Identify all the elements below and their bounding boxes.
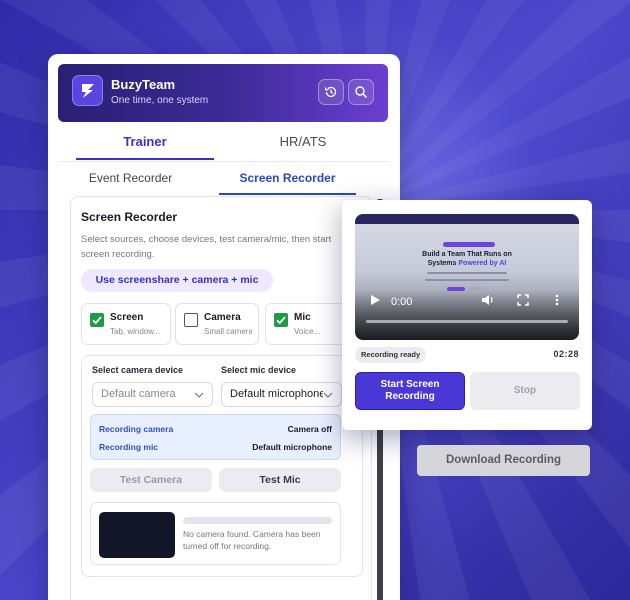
preview-message: No camera found. Camera has been turned …	[183, 529, 321, 551]
camera-preview: No camera found. Camera has been turned …	[90, 502, 341, 565]
more-options-icon[interactable]	[554, 294, 560, 306]
source-label: Mic	[294, 312, 311, 323]
source-camera[interactable]: Camera Small camera	[175, 303, 259, 345]
tab-event-recorder[interactable]: Event Recorder	[62, 167, 199, 195]
preset-button[interactable]: Use screenshare + camera + mic	[81, 269, 273, 292]
source-screen[interactable]: Screen Tab, window...	[81, 303, 171, 345]
tab-hr-ats[interactable]: HR/ATS	[234, 130, 372, 160]
video-text-line	[425, 279, 509, 281]
mic-device-select[interactable]: Default microphone	[221, 382, 342, 407]
recording-card: Build a Team That Runs on Systems Powere…	[342, 200, 592, 430]
mic-device-value: Default microphone	[230, 388, 326, 400]
search-button[interactable]	[348, 79, 374, 105]
camera-device-select[interactable]: Default camera	[92, 382, 213, 407]
history-button[interactable]	[318, 79, 344, 105]
source-sub: Tab, window...	[110, 327, 161, 336]
fullscreen-icon[interactable]	[517, 294, 529, 306]
recording-status: Recording camera Camera off Recording mi…	[90, 414, 341, 460]
source-sub: Small camera	[204, 327, 252, 336]
section-title: Screen Recorder	[81, 210, 178, 224]
status-key: Recording mic	[99, 442, 159, 452]
video-heading-line2: Systems	[427, 260, 457, 267]
video-heading-accent: Powered by AI	[458, 260, 507, 267]
chevron-down-icon	[194, 392, 204, 398]
video-progress-bar[interactable]	[366, 320, 568, 323]
logo-mark-icon	[82, 84, 94, 98]
video-text-line	[427, 272, 507, 274]
checkbox-unchecked-icon[interactable]	[184, 313, 198, 327]
play-icon[interactable]	[369, 294, 381, 306]
test-mic-button[interactable]: Test Mic	[219, 468, 341, 492]
checkbox-checked-icon[interactable]	[90, 313, 104, 327]
video-heading: Build a Team That Runs on Systems Powere…	[355, 250, 579, 268]
source-label: Camera	[204, 312, 241, 323]
download-recording-button[interactable]: Download Recording	[417, 445, 590, 476]
mic-device-label: Select mic device	[221, 365, 297, 375]
volume-icon[interactable]	[481, 294, 495, 306]
video-topbar	[355, 214, 579, 224]
camera-device-value: Default camera	[101, 388, 176, 400]
main-tabs: Trainer HR/ATS	[76, 130, 390, 160]
video-player[interactable]: Build a Team That Runs on Systems Powere…	[355, 214, 579, 340]
source-label: Screen	[110, 312, 144, 323]
chevron-down-icon	[323, 391, 333, 399]
camera-preview-video	[99, 512, 175, 558]
test-camera-button[interactable]: Test Camera	[90, 468, 212, 492]
video-gradient	[355, 290, 579, 340]
divider	[58, 161, 390, 162]
status-key: Recording camera	[99, 424, 174, 434]
status-badge: Recording ready	[355, 347, 427, 363]
stop-button[interactable]: Stop	[470, 372, 580, 410]
video-heading-line1: Build a Team That Runs on	[422, 251, 512, 258]
app-tagline: One time, one system	[111, 95, 209, 106]
screen-recorder-card: Screen Recorder Select sources, choose d…	[70, 196, 372, 600]
app-logo	[72, 75, 103, 106]
app-header: BuzyTeam One time, one system	[58, 64, 388, 122]
app-name: BuzyTeam	[111, 77, 176, 92]
history-icon	[324, 86, 337, 98]
sub-tabs: Event Recorder Screen Recorder	[62, 167, 384, 195]
search-icon	[355, 86, 368, 99]
video-time: 0:00	[391, 296, 413, 308]
status-value: Camera off	[287, 424, 332, 434]
recording-duration: 02:28	[553, 349, 579, 359]
status-value: Default microphone	[252, 442, 332, 452]
device-box: Select camera device Select mic device D…	[81, 355, 363, 577]
tab-trainer[interactable]: Trainer	[76, 130, 214, 160]
video-badge	[443, 242, 495, 247]
mic-level-bar	[183, 517, 332, 524]
checkbox-checked-icon[interactable]	[274, 313, 288, 327]
tab-screen-recorder[interactable]: Screen Recorder	[219, 167, 356, 195]
camera-device-label: Select camera device	[92, 365, 184, 375]
section-description: Select sources, choose devices, test cam…	[81, 234, 332, 260]
start-recording-button[interactable]: Start Screen Recording	[355, 372, 465, 410]
